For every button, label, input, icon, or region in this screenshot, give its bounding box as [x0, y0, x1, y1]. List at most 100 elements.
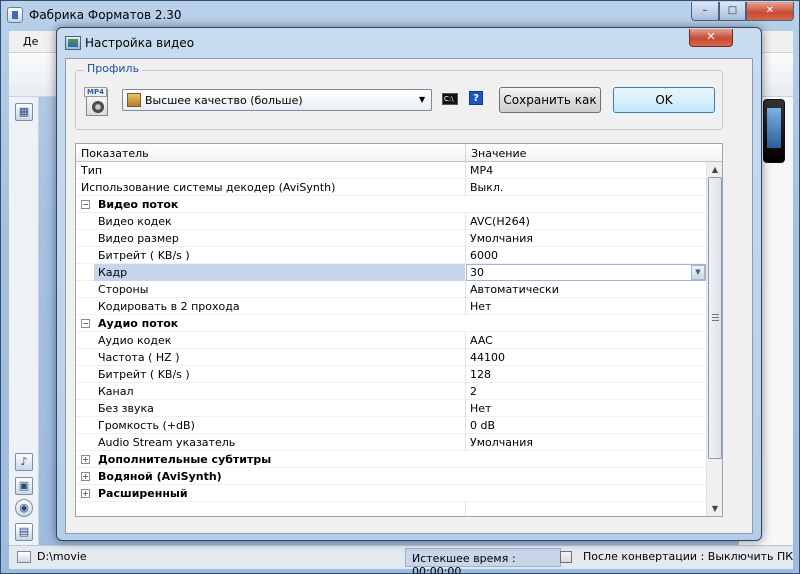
category-name: Видео поток	[98, 198, 179, 211]
expand-icon[interactable]: +	[81, 455, 90, 464]
row-value: 2	[470, 385, 477, 398]
row-mute[interactable]: Без звука Нет	[76, 400, 706, 417]
row-video-size[interactable]: Видео размер Умолчания	[76, 230, 706, 247]
row-value: Умолчания	[470, 436, 533, 449]
row-empty	[76, 502, 706, 516]
mp4-icon-label: MP4	[84, 87, 107, 97]
help-icon[interactable]: ?	[469, 91, 483, 105]
row-value: AVC(H264)	[470, 215, 530, 228]
chevron-down-icon[interactable]: ▼	[691, 265, 705, 280]
collapse-icon[interactable]: −	[81, 319, 90, 328]
collapse-icon[interactable]: −	[81, 200, 90, 209]
category-subtitles[interactable]: + Дополнительные субтитры	[76, 451, 706, 468]
row-name: Видео размер	[98, 232, 179, 245]
row-name: Audio Stream указатель	[98, 436, 236, 449]
category-audio-stream[interactable]: − Аудио поток	[76, 315, 706, 332]
row-name: Тип	[81, 164, 103, 177]
video-category-icon[interactable]: ▦	[15, 103, 33, 121]
category-advanced[interactable]: + Расширенный	[76, 485, 706, 502]
category-name: Расширенный	[98, 487, 188, 500]
after-conversion-checkbox[interactable]	[560, 551, 572, 563]
row-audio-bitrate[interactable]: Битрейт ( KB/s ) 128	[76, 366, 706, 383]
row-value: 44100	[470, 351, 505, 364]
row-value: Нет	[470, 300, 492, 313]
header-value[interactable]: Значение	[471, 147, 526, 160]
row-name: Кодировать в 2 прохода	[98, 300, 240, 313]
menu-item-first[interactable]: Де	[23, 35, 38, 48]
row-value: 128	[470, 368, 491, 381]
row-frame-selected[interactable]: Кадр 30 ▼	[76, 264, 706, 281]
picture-category-icon[interactable]: ▣	[15, 477, 33, 495]
output-path[interactable]: D:\movie	[37, 550, 87, 563]
row-name: Битрейт ( KB/s )	[98, 368, 190, 381]
row-value: MP4	[470, 164, 494, 177]
row-name: Частота ( HZ )	[98, 351, 180, 364]
row-name: Использование системы декодер (AviSynth)	[81, 181, 336, 194]
profile-select[interactable]: Высшее качество (больше) ▼	[122, 89, 432, 111]
close-button[interactable]: ✕	[746, 2, 794, 21]
row-value: 0 dB	[470, 419, 496, 432]
after-conversion-label: После конвертации : Выключить ПК	[583, 550, 794, 563]
left-category-panel: ▦ ♪ ▣ ◉ ▤	[9, 97, 39, 545]
minimize-button[interactable]: –	[691, 2, 719, 21]
category-name: Дополнительные субтитры	[98, 453, 272, 466]
expand-icon[interactable]: +	[81, 472, 90, 481]
row-avisynth-decoder[interactable]: Использование системы декодер (AviSynth)…	[76, 179, 706, 196]
row-value: 30	[470, 266, 484, 279]
row-audio-stream-index[interactable]: Audio Stream указатель Умолчания	[76, 434, 706, 451]
mobile-device-icon[interactable]	[763, 99, 785, 163]
profile-selected-value: Высшее качество (больше)	[145, 94, 303, 107]
category-watermark[interactable]: + Водяной (AviSynth)	[76, 468, 706, 485]
scrollbar-thumb[interactable]	[708, 177, 722, 459]
scroll-up-icon[interactable]: ▲	[707, 162, 723, 177]
row-value: Нет	[470, 402, 492, 415]
maximize-button[interactable]: □	[719, 2, 746, 21]
row-value: Выкл.	[470, 181, 504, 194]
profile-legend: Профиль	[84, 62, 143, 75]
audio-category-icon[interactable]: ♪	[15, 453, 33, 471]
grid-rows: Тип MP4 Использование системы декодер (A…	[76, 162, 706, 516]
header-name[interactable]: Показатель	[81, 147, 149, 160]
chevron-down-icon[interactable]: ▼	[419, 95, 425, 104]
status-bar: D:\movie Истекшее время : 00:00:00 После…	[9, 545, 794, 574]
category-video-stream[interactable]: − Видео поток	[76, 196, 706, 213]
row-two-pass[interactable]: Кодировать в 2 прохода Нет	[76, 298, 706, 315]
dialog-title: Настройка видео	[85, 36, 195, 50]
grid-scrollbar[interactable]: ▲ ▼	[706, 162, 722, 516]
frame-value-editor[interactable]	[466, 264, 706, 281]
row-name: Канал	[98, 385, 134, 398]
scroll-down-icon[interactable]: ▼	[707, 501, 723, 516]
row-audio-codec[interactable]: Аудио кодек AAC	[76, 332, 706, 349]
row-bitrate[interactable]: Битрейт ( KB/s ) 6000	[76, 247, 706, 264]
row-name: Видео кодек	[98, 215, 172, 228]
row-volume[interactable]: Громкость (+dB) 0 dB	[76, 417, 706, 434]
row-channel[interactable]: Канал 2	[76, 383, 706, 400]
elapsed-time-panel: Истекшее время : 00:00:00	[405, 548, 561, 574]
ok-button[interactable]: OK	[613, 87, 715, 113]
category-name: Водяной (AviSynth)	[98, 470, 222, 483]
row-name: Кадр	[98, 266, 128, 279]
property-grid: Показатель Значение Тип MP4 Использовани…	[75, 143, 723, 517]
grid-header: Показатель Значение	[76, 144, 722, 162]
mp4-format-icon: MP4	[84, 87, 110, 117]
advanced-category-icon[interactable]: ▤	[15, 523, 33, 541]
disc-category-icon[interactable]: ◉	[15, 499, 33, 517]
category-name: Аудио поток	[98, 317, 179, 330]
row-value: Умолчания	[470, 232, 533, 245]
row-frequency[interactable]: Частота ( HZ ) 44100	[76, 349, 706, 366]
row-video-codec[interactable]: Видео кодек AVC(H264)	[76, 213, 706, 230]
dialog-close-button[interactable]: ✕	[689, 29, 733, 47]
command-line-icon[interactable]: C:\	[442, 93, 458, 105]
row-name: Громкость (+dB)	[98, 419, 195, 432]
row-aspect[interactable]: Стороны Автоматически	[76, 281, 706, 298]
row-name: Битрейт ( KB/s )	[98, 249, 190, 262]
expand-icon[interactable]: +	[81, 489, 90, 498]
elapsed-time: Истекшее время : 00:00:00	[412, 552, 516, 574]
folder-icon[interactable]	[17, 551, 31, 563]
save-as-button[interactable]: Сохранить как	[499, 87, 601, 113]
grip-icon	[712, 314, 719, 321]
app-icon	[7, 7, 23, 23]
row-type[interactable]: Тип MP4	[76, 162, 706, 179]
main-window-title: Фабрика Форматов 2.30	[29, 8, 182, 22]
row-name: Аудио кодек	[98, 334, 172, 347]
